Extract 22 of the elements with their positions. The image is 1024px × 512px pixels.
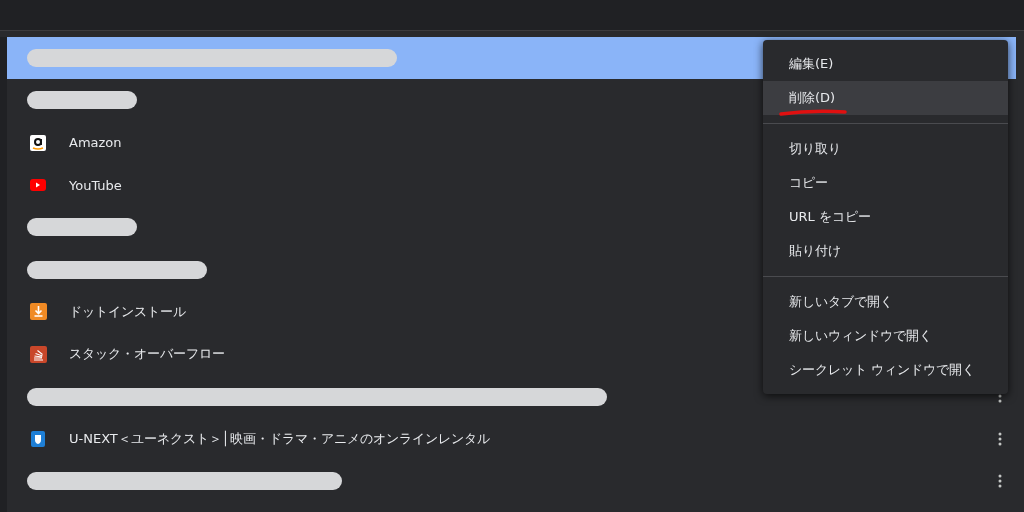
menu-item[interactable]: 貼り付け — [763, 234, 1008, 268]
bookmark-title: スタック・オーバーフロー — [69, 345, 225, 364]
stack-icon — [29, 345, 47, 363]
underline-mark — [778, 109, 848, 117]
bookmark-title: YouTube — [69, 177, 122, 193]
menu-item[interactable]: 新しいウィンドウで開く — [763, 319, 1008, 353]
bookmark-title: Amazon — [69, 135, 122, 151]
more-icon[interactable] — [998, 431, 1002, 446]
menu-item[interactable]: 削除(D) — [763, 81, 1008, 115]
menu-item[interactable]: コピー — [763, 166, 1008, 200]
menu-item[interactable]: 新しいタブで開く — [763, 285, 1008, 319]
letter-a-icon — [30, 134, 46, 151]
menu-item[interactable]: シークレット ウィンドウで開く — [763, 353, 1008, 387]
menu-item[interactable]: 編集(E) — [763, 47, 1008, 81]
download-icon — [29, 303, 47, 321]
shield-icon — [31, 430, 45, 447]
bookmark-title: ドットインストール — [69, 302, 186, 321]
menu-item[interactable]: URL をコピー — [763, 200, 1008, 234]
menu-item[interactable]: 切り取り — [763, 132, 1008, 166]
more-icon[interactable] — [998, 473, 1002, 488]
bookmark-title: U-NEXT＜ユーネクスト＞│映画・ドラマ・アニメのオンラインレンタル — [69, 429, 490, 448]
play-icon — [30, 179, 46, 192]
